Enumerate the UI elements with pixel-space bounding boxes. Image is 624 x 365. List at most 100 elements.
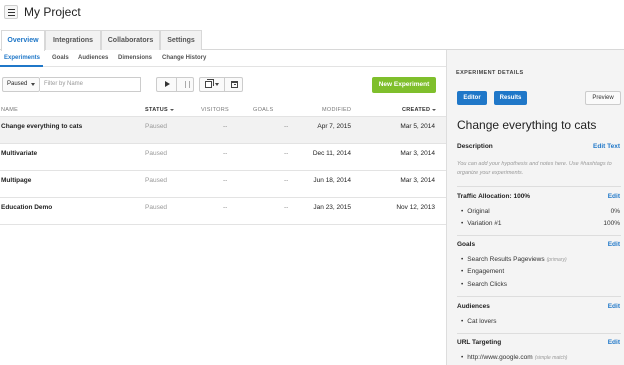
edit-text-link[interactable]: Edit Text <box>593 143 620 150</box>
row-modified: Apr 7, 2015 <box>317 123 351 130</box>
edit-goals-link[interactable]: Edit <box>608 241 620 248</box>
row-visitors: -- <box>223 150 228 157</box>
traffic-item: Original <box>461 208 489 215</box>
duplicate-button[interactable] <box>200 78 224 91</box>
row-status: Paused <box>145 204 168 211</box>
column-status[interactable]: STATUS <box>145 107 174 113</box>
column-name[interactable]: NAME <box>1 107 18 113</box>
new-experiment-button[interactable]: New Experiment <box>372 77 436 93</box>
pause-icon <box>185 81 190 88</box>
hamburger-menu-icon[interactable] <box>4 5 18 19</box>
experiment-details-panel: EXPERIMENT DETAILS Editor Results Previe… <box>446 50 624 365</box>
experiments-toolbar: Paused Filter by Name New Experiment <box>0 76 446 96</box>
active-subtab-indicator <box>0 65 43 67</box>
column-created[interactable]: CREATED <box>402 107 437 113</box>
row-created: Mar 3, 2014 <box>400 177 435 184</box>
row-status: Paused <box>145 123 168 130</box>
traffic-pct: 0% <box>610 208 620 215</box>
url-value: http://www.google.com <box>467 354 533 361</box>
main-tabs: Overview Integrations Collaborators Sett… <box>0 30 624 51</box>
table-row[interactable]: Multivariate Paused -- -- Dec 11, 2014 M… <box>0 144 446 171</box>
table-row[interactable]: Education Demo Paused -- -- Jan 23, 2015… <box>0 198 446 225</box>
audience-item: Cat lovers <box>461 318 496 325</box>
table-row[interactable]: Multipage Paused -- -- Jun 18, 2014 Mar … <box>0 171 446 198</box>
results-button[interactable]: Results <box>494 91 527 105</box>
subtab-goals[interactable]: Goals <box>52 55 69 61</box>
row-name: Multipage <box>1 177 32 184</box>
editor-button[interactable]: Editor <box>457 91 487 105</box>
table-header: NAME STATUS VISITORS GOALS MODIFIED CREA… <box>0 104 446 117</box>
row-created: Nov 12, 2013 <box>396 204 435 211</box>
row-goals: -- <box>284 123 289 130</box>
edit-url-link[interactable]: Edit <box>608 339 620 346</box>
row-modified: Jun 18, 2014 <box>313 177 351 184</box>
column-visitors[interactable]: VISITORS <box>201 107 229 113</box>
column-modified[interactable]: MODIFIED <box>322 107 351 113</box>
traffic-pct: 100% <box>603 220 620 227</box>
divider <box>457 296 621 297</box>
project-title: My Project <box>24 5 81 19</box>
row-status: Paused <box>145 150 168 157</box>
divider <box>457 186 621 187</box>
experiments-table: NAME STATUS VISITORS GOALS MODIFIED CREA… <box>0 104 446 225</box>
archive-icon <box>231 81 238 88</box>
row-goals: -- <box>284 204 289 211</box>
row-modified: Dec 11, 2014 <box>312 150 351 157</box>
column-status-label: STATUS <box>145 107 168 113</box>
archive-button[interactable] <box>224 78 243 91</box>
subtab-experiments[interactable]: Experiments <box>4 55 40 61</box>
traffic-allocation-heading: Traffic Allocation: 100% <box>457 193 531 200</box>
row-visitors: -- <box>223 123 228 130</box>
row-visitors: -- <box>223 177 228 184</box>
tab-collaborators[interactable]: Collaborators <box>101 30 160 50</box>
sort-caret-icon <box>169 108 174 111</box>
subtab-audiences[interactable]: Audiences <box>78 55 108 61</box>
chevron-down-icon <box>31 83 35 86</box>
row-goals: -- <box>284 150 289 157</box>
row-name: Multivariate <box>1 150 38 157</box>
duplicate-icon <box>205 79 214 88</box>
status-filter-select[interactable]: Paused <box>2 77 40 92</box>
top-bar: My Project <box>0 0 624 27</box>
chevron-down-icon <box>215 83 219 86</box>
filter-name-input[interactable]: Filter by Name <box>40 77 141 92</box>
row-created: Mar 5, 2014 <box>400 123 435 130</box>
row-created: Mar 3, 2014 <box>400 150 435 157</box>
edit-audiences-link[interactable]: Edit <box>608 303 620 310</box>
description-text: You can add your hypothesis and notes he… <box>457 161 612 176</box>
divider <box>457 235 621 236</box>
row-modified: Jan 23, 2015 <box>313 204 351 211</box>
column-created-label: CREATED <box>402 107 431 113</box>
description-heading: Description <box>457 143 493 150</box>
url-item: http://www.google.com(simple match) <box>461 354 567 361</box>
goals-heading: Goals <box>457 241 476 248</box>
row-goals: -- <box>284 177 289 184</box>
goal-note: (primary) <box>546 257 567 263</box>
traffic-item: Variation #1 <box>461 220 501 227</box>
preview-button[interactable]: Preview <box>585 91 621 105</box>
row-visitors: -- <box>223 204 228 211</box>
tab-settings[interactable]: Settings <box>160 30 202 50</box>
tab-overview[interactable]: Overview <box>1 30 45 51</box>
goal-item: Search Results Pageviews(primary) <box>461 256 567 263</box>
start-button[interactable] <box>157 78 176 91</box>
play-pause-group <box>156 77 194 92</box>
audiences-heading: Audiences <box>457 303 490 310</box>
pause-button[interactable] <box>176 78 194 91</box>
subtab-dimensions[interactable]: Dimensions <box>118 55 152 61</box>
sort-caret-icon <box>432 108 437 111</box>
play-icon <box>165 81 170 87</box>
row-status: Paused <box>145 177 168 184</box>
table-row[interactable]: Change everything to cats Paused -- -- A… <box>0 117 446 144</box>
panel-title: EXPERIMENT DETAILS <box>456 70 524 76</box>
status-filter-value: Paused <box>7 81 28 87</box>
edit-traffic-link[interactable]: Edit <box>608 193 620 200</box>
column-goals[interactable]: GOALS <box>253 107 273 113</box>
goal-item: Search Clicks <box>461 281 507 288</box>
row-name: Education Demo <box>1 204 53 211</box>
divider <box>457 333 621 334</box>
tab-integrations[interactable]: Integrations <box>45 30 101 50</box>
goal-item: Engagement <box>461 268 504 275</box>
subtab-change-history[interactable]: Change History <box>162 55 206 61</box>
actions-group <box>199 77 243 92</box>
